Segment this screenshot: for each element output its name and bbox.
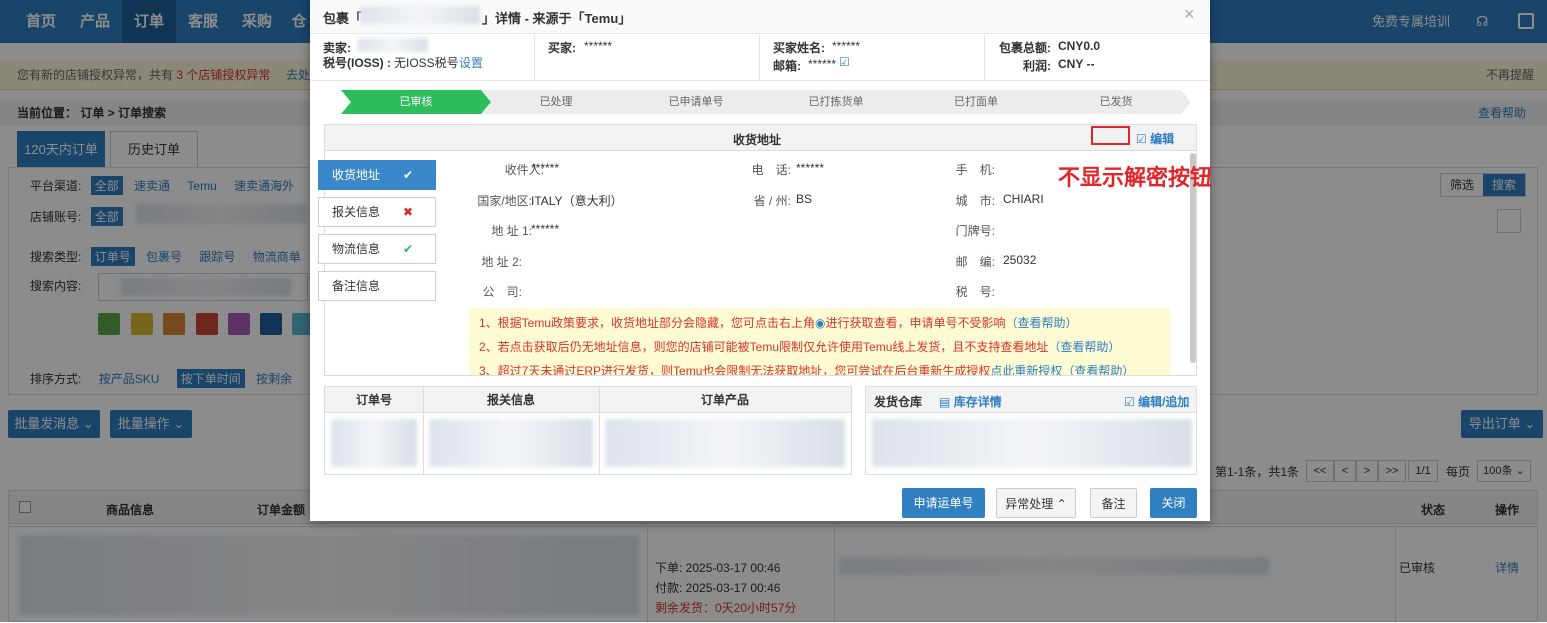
notice-box: 1、根据Temu政策要求，收货地址部分会隐藏，您可点击右上角◉进行获取查看，申请… [469, 308, 1170, 376]
warehouse-redacted [872, 419, 1192, 467]
annotation-text: 不显示解密按钮 [1058, 165, 1213, 190]
buyer-name-label: 买家姓名: [773, 41, 825, 55]
customs-redacted [429, 419, 593, 467]
side-tab-logistics[interactable]: 物流信息 ✔ [318, 234, 436, 264]
buyer-value: ****** [584, 39, 613, 53]
tax-value: 无IOSS税号 [394, 56, 459, 70]
company-label: 公 司: [482, 285, 522, 299]
step-processed: 已处理 [481, 90, 631, 114]
notice-2-help[interactable]: （查看帮助） [1048, 340, 1120, 354]
profit-label: 利润: [1023, 59, 1051, 73]
step-shipped: 已发货 [1041, 90, 1191, 114]
phone-value: ****** [796, 161, 825, 175]
address2-label: 地 址 2: [481, 255, 522, 269]
check-icon: ✔ [402, 242, 413, 256]
step-picklist-printed: 已打拣货单 [761, 90, 911, 114]
buyer-name-value: ****** [832, 39, 861, 53]
apply-tracking-button[interactable]: 申请运单号 [902, 488, 985, 518]
step-reviewed: 已审核 [341, 90, 491, 114]
package-detail-modal: 包裹「 」详情 - 来源于「Temu」 × 卖家: 税号(IOSS) : 无IO… [310, 0, 1210, 521]
modal-header: 包裹「 」详情 - 来源于「Temu」 × [310, 0, 1210, 34]
notice-3: 3、超过7天未通过ERP进行发货，则Temu也会限制无法获取地址，您可尝试在后台… [479, 364, 1135, 376]
order-table: 订单号 报关信息 订单产品 [324, 386, 852, 475]
notice-3-help[interactable]: （查看帮助） [1062, 364, 1134, 375]
package-id-redacted [360, 6, 480, 24]
products-redacted [605, 419, 845, 467]
email-value: ****** [808, 57, 837, 71]
phone-label: 电 话: [751, 163, 791, 177]
address-header: 收货地址 ☑ 编辑 [325, 125, 1196, 151]
city-value: CHIARI [1003, 192, 1044, 206]
province-value: BS [796, 192, 813, 206]
address1-value: ****** [531, 222, 560, 236]
tax-set-link[interactable]: 设置 [459, 54, 483, 71]
col-customs: 报关信息 [486, 393, 535, 407]
taxno-label: 税 号: [955, 285, 995, 299]
warehouse-label: 发货仓库 [874, 395, 923, 409]
seller-redacted [358, 38, 428, 52]
recipient-value: ****** [531, 161, 560, 175]
document-icon: ▤ [939, 395, 951, 409]
door-no-label: 门牌号: [955, 224, 995, 238]
city-label: 城 市: [955, 194, 995, 208]
step-tracking-applied: 已申请单号 [621, 90, 771, 114]
province-label: 省 / 州: [753, 194, 791, 208]
cross-icon: ✖ [402, 205, 413, 219]
close-button[interactable]: 关闭 [1150, 488, 1197, 518]
buyer-label: 买家: [548, 41, 576, 55]
order-no-redacted [331, 419, 417, 467]
col-order-no: 订单号 [355, 393, 392, 407]
exception-button[interactable]: 异常处理 ⌃ [996, 488, 1076, 518]
total-value: CNY0.0 [1058, 39, 1101, 53]
modal-title-suffix: 」详情 - 来源于「Temu」 [482, 11, 632, 26]
country-value: ITALY（意大利） [531, 194, 623, 208]
close-icon[interactable]: × [1184, 4, 1195, 25]
stock-detail-link[interactable]: ▤ 库存详情 [939, 393, 1002, 410]
remark-button[interactable]: 备注 [1090, 488, 1137, 518]
notice-1-help[interactable]: （查看帮助） [1006, 316, 1078, 330]
address-edit-link[interactable]: ☑ 编辑 [1136, 130, 1174, 147]
mobile-label: 手 机: [955, 163, 995, 177]
check-icon: ✔ [402, 168, 413, 182]
address-title: 收货地址 [733, 133, 782, 147]
package-info-row: 卖家: 税号(IOSS) : 无IOSS税号 设置 买家: ****** 买家姓… [310, 35, 1210, 81]
country-label: 国家/地区: [477, 194, 532, 208]
warehouse-panel: 发货仓库 ▤ 库存详情 ☑ 编辑/追加 [865, 386, 1197, 475]
warehouse-edit-link[interactable]: ☑ 编辑/追加 [1124, 393, 1189, 410]
profit-value: CNY -- [1058, 57, 1095, 71]
eye-icon[interactable]: ◉ [815, 316, 825, 330]
step-label-printed: 已打面单 [901, 90, 1051, 114]
col-products: 订单产品 [700, 393, 749, 407]
side-tab-customs[interactable]: 报关信息 ✖ [318, 197, 436, 227]
total-label: 包裹总额: [999, 41, 1051, 55]
email-label: 邮箱: [773, 59, 801, 73]
tax-label: 税号(IOSS) : [323, 56, 391, 70]
address1-label: 地 址 1: [491, 224, 532, 238]
notice-1: 1、根据Temu政策要求，收货地址部分会隐藏，您可点击右上角◉进行获取查看，申请… [479, 316, 1078, 330]
notice-2: 2、若点击获取后仍无地址信息，则您的店铺可能被Temu限制仅允许使用Temu线上… [479, 340, 1121, 354]
side-tab-remarks[interactable]: 备注信息 [318, 271, 436, 301]
highlight-box [1091, 126, 1130, 145]
zip-value: 25032 [1003, 253, 1037, 267]
edit-email-icon[interactable]: ☑ [839, 55, 850, 69]
reauthorize-link[interactable]: 点此重新授权 [990, 364, 1062, 375]
zip-label: 邮 编: [955, 255, 995, 269]
modal-title-prefix: 包裹「 [323, 11, 363, 26]
side-tab-address[interactable]: 收货地址 ✔ [318, 160, 436, 190]
